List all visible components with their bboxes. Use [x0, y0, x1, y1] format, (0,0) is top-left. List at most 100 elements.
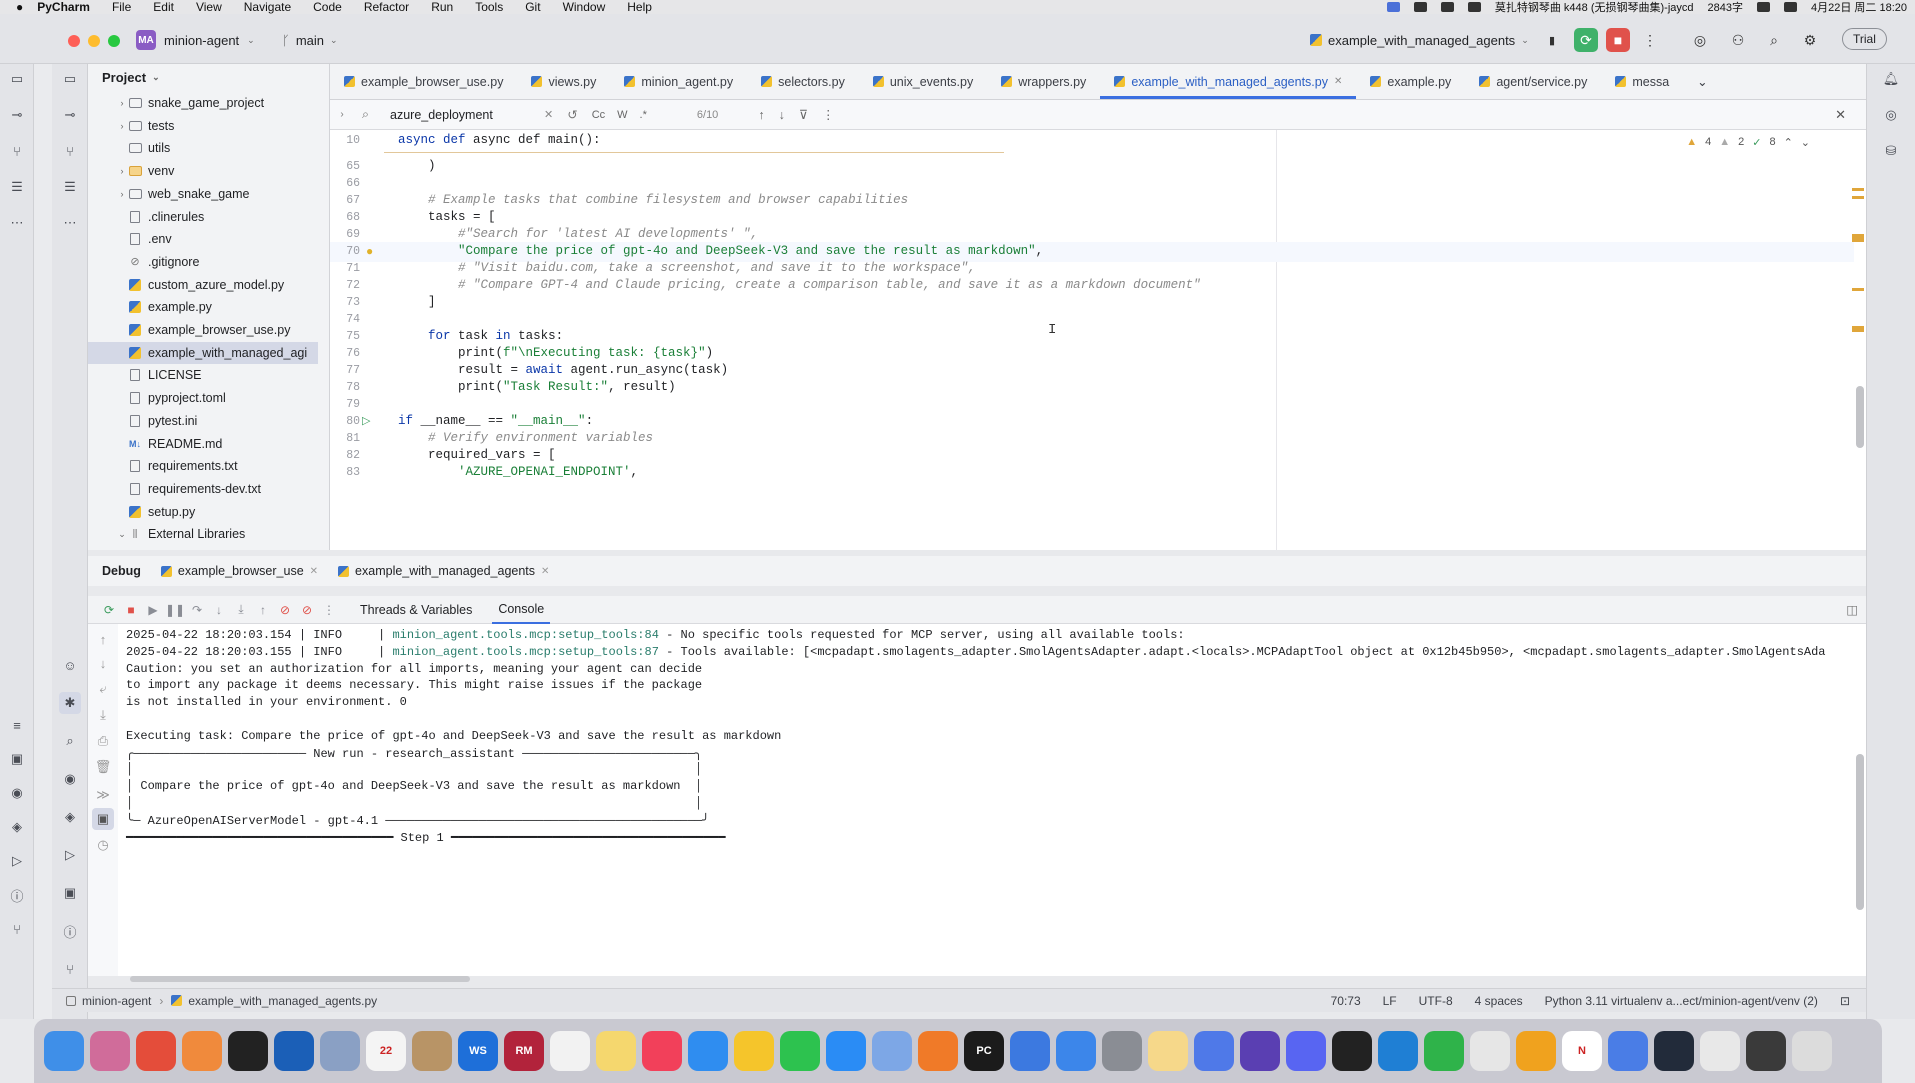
dock-app6-icon[interactable] [1056, 1031, 1096, 1071]
breadcrumb-project[interactable]: minion-agent [82, 994, 151, 1008]
dock-app2-icon[interactable] [412, 1031, 452, 1071]
close-icon[interactable]: ✕ [310, 566, 318, 577]
dock-vscode-icon[interactable] [1378, 1031, 1418, 1071]
dock-app12-icon[interactable] [1608, 1031, 1648, 1071]
more-icon[interactable]: ⋮ [1638, 28, 1662, 52]
dock-app8-icon[interactable] [1194, 1031, 1234, 1071]
dock-app10-icon[interactable] [1332, 1031, 1372, 1071]
dock-notes-icon[interactable] [596, 1031, 636, 1071]
breadcrumb-file[interactable]: example_with_managed_agents.py [188, 994, 377, 1008]
project-tree-item[interactable]: .clinerules [88, 206, 318, 228]
status-app-icon[interactable] [1440, 2, 1454, 12]
tab-threads-variables[interactable]: Threads & Variables [354, 596, 478, 624]
scroll-up-icon[interactable]: ↑ [92, 628, 114, 650]
menu-file[interactable]: File [112, 0, 131, 14]
match-case-toggle[interactable]: Cc [592, 109, 605, 121]
project-tree-item[interactable]: pyproject.toml [88, 387, 318, 409]
wifi-icon[interactable] [1757, 2, 1770, 12]
clear-search-icon[interactable]: ✕ [544, 108, 553, 121]
more-icon[interactable]: ≫ [92, 784, 114, 806]
close-find-icon[interactable]: ✕ [1835, 107, 1846, 123]
intention-bulb-icon[interactable]: ● [366, 244, 373, 258]
regex-toggle[interactable]: .* [640, 109, 647, 121]
more-icon[interactable]: ⋯ [6, 212, 28, 234]
scroll-thumb[interactable] [1856, 386, 1864, 448]
ai-assistant-icon[interactable]: ◎ [1688, 28, 1712, 52]
rerun-debug-button[interactable]: ⟳ [1574, 28, 1598, 52]
menu-window[interactable]: Window [563, 0, 606, 14]
menu-code[interactable]: Code [313, 0, 342, 14]
menu-git[interactable]: Git [525, 0, 540, 14]
indent-setting[interactable]: 4 spaces [1475, 994, 1523, 1008]
tab-console[interactable]: Console [492, 596, 551, 624]
search-icon[interactable]: ⌕ [1762, 28, 1786, 52]
close-icon[interactable]: ✕ [1334, 76, 1342, 87]
more-icon[interactable]: ⋮ [822, 107, 835, 122]
project-tree-item[interactable]: pytest.ini [88, 410, 318, 432]
dock-reminders-icon[interactable] [550, 1031, 590, 1071]
clear-icon[interactable]: 🗑︎ [92, 756, 114, 778]
dock-preview-icon[interactable] [320, 1031, 360, 1071]
clock[interactable]: 4月22日 周二 18:20 [1811, 0, 1907, 15]
project-switcher[interactable]: MA minion-agent ⌄ [136, 28, 255, 52]
python-prompt-icon[interactable]: ▣ [92, 808, 114, 830]
menu-run[interactable]: Run [431, 0, 453, 14]
project-tree-item[interactable]: › venv [88, 160, 318, 182]
dock-doc-icon[interactable] [1700, 1031, 1740, 1071]
dock-terminal-icon[interactable] [228, 1031, 268, 1071]
expand-arrow-icon[interactable]: › [116, 98, 128, 108]
dock-notion-icon[interactable]: N [1562, 1031, 1602, 1071]
editor-tab[interactable]: example.py [1356, 64, 1465, 99]
ai-assistant-icon[interactable]: ◎ [1880, 104, 1902, 126]
run-icon[interactable]: ▷ [59, 844, 81, 866]
chevron-up-icon[interactable]: ⌃ [1784, 136, 1793, 149]
folder-icon[interactable]: ▭ [59, 68, 81, 90]
console-horizontal-scrollbar[interactable] [130, 976, 470, 982]
expand-arrow-icon[interactable]: ⌄ [116, 529, 128, 540]
status-app-icon[interactable] [1386, 2, 1400, 12]
structure-icon[interactable]: ☰ [59, 176, 81, 198]
dock-slack-icon[interactable] [1470, 1031, 1510, 1071]
dock-wechat-icon[interactable] [780, 1031, 820, 1071]
console-vertical-scrollbar[interactable] [1856, 754, 1864, 910]
dock-app7-icon[interactable] [1148, 1031, 1188, 1071]
dock-app14-icon[interactable] [1746, 1031, 1786, 1071]
print-icon[interactable]: ⎙ [92, 730, 114, 752]
menu-navigate[interactable]: Navigate [244, 0, 291, 14]
terminal-icon[interactable]: ▣ [6, 748, 28, 770]
structure-icon[interactable]: ☰ [6, 176, 28, 198]
branch-switcher[interactable]: ᚴ main ⌄ [282, 28, 338, 52]
trial-button[interactable]: Trial [1842, 28, 1887, 50]
python-console-icon[interactable]: ◉ [6, 782, 28, 804]
dock-safari-icon[interactable] [688, 1031, 728, 1071]
menu-edit[interactable]: Edit [153, 0, 174, 14]
previous-match-icon[interactable]: ↑ [758, 108, 764, 122]
pause-icon[interactable]: ❚❚ [164, 603, 186, 617]
error-stripe-mark[interactable] [1852, 326, 1864, 332]
error-stripe-mark[interactable] [1852, 188, 1864, 191]
dock-settings-icon[interactable] [1102, 1031, 1142, 1071]
search-icon[interactable]: ⌕ [59, 730, 81, 752]
rerun-icon[interactable]: ⟳ [98, 603, 120, 617]
dock-app13-icon[interactable] [1654, 1031, 1694, 1071]
project-tree-item[interactable]: example_browser_use.py [88, 319, 318, 341]
assistant-icon[interactable]: ☺ [59, 654, 81, 676]
caret-position[interactable]: 70:73 [1331, 994, 1361, 1008]
error-stripe-mark[interactable] [1852, 196, 1864, 199]
dock-launchpad-icon[interactable] [90, 1031, 130, 1071]
chevron-down-icon[interactable]: ⌄ [1801, 136, 1810, 149]
status-app-icon[interactable] [1413, 2, 1427, 12]
file-encoding[interactable]: UTF-8 [1419, 994, 1453, 1008]
project-tree-item[interactable]: › web_snake_game [88, 183, 318, 205]
python-console-icon[interactable]: ◉ [59, 768, 81, 790]
dock-rubymine-icon[interactable]: RM [504, 1031, 544, 1071]
dock-photos-icon[interactable] [182, 1031, 222, 1071]
app-menu[interactable]: PyCharm [37, 0, 90, 14]
terminal-icon[interactable]: ▣ [59, 882, 81, 904]
services-icon[interactable]: ◈ [6, 816, 28, 838]
project-tree-item[interactable]: requirements.txt [88, 455, 318, 477]
dock-trash-icon[interactable] [1792, 1031, 1832, 1071]
scroll-to-end-icon[interactable]: ⤓ [92, 704, 114, 726]
step-into-icon[interactable]: ↓ [208, 603, 230, 617]
project-tree-item[interactable]: setup.py [88, 501, 318, 523]
